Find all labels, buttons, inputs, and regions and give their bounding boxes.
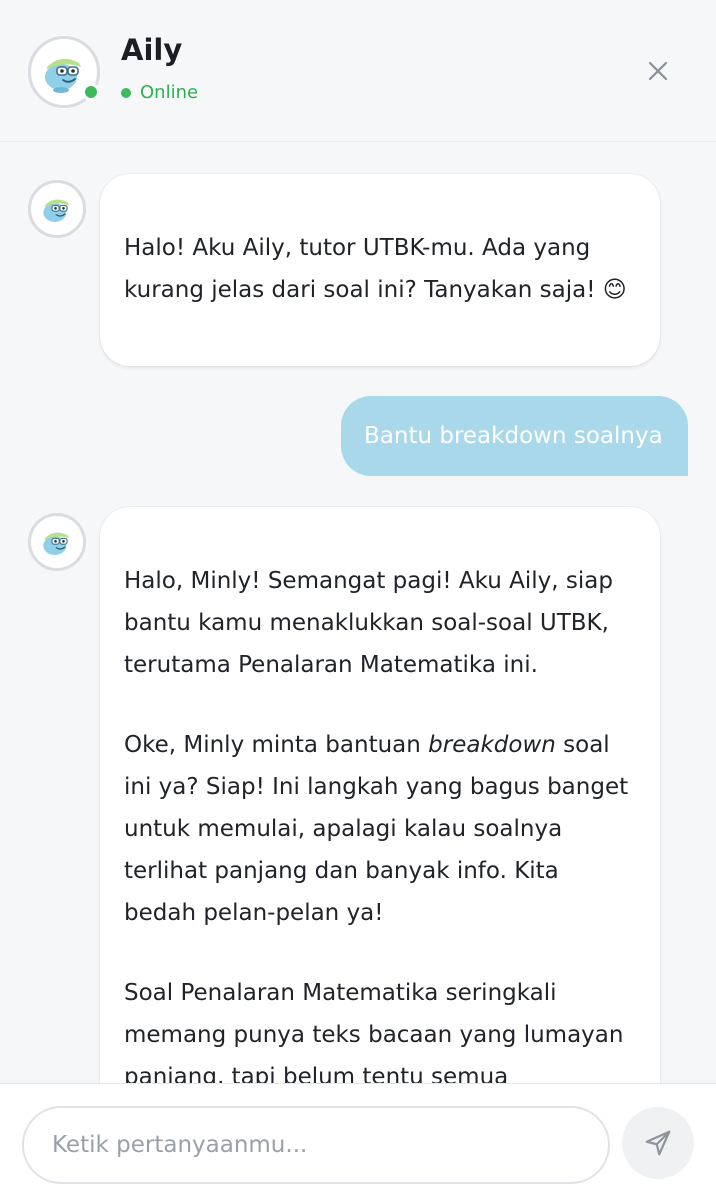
close-button[interactable] <box>641 54 675 88</box>
online-indicator <box>82 83 100 101</box>
input-bar <box>0 1083 716 1200</box>
chat-app: Aily Online Halo! Aku Aily, tutor UTBK-m… <box>0 0 716 1200</box>
message-avatar <box>28 180 86 238</box>
status-text: Online <box>140 82 199 103</box>
chat-header: Aily Online <box>0 0 716 142</box>
message-paragraph: Halo, Minly! Semangat pagi! Aku Aily, si… <box>124 568 613 678</box>
bot-name: Aily <box>121 33 183 67</box>
status-dot <box>121 87 131 98</box>
emphasis-text: breakdown <box>428 732 556 758</box>
turtle-mascot-icon <box>43 199 70 222</box>
message-text: Halo! Aku Aily, tutor UTBK-mu. Ada yang … <box>124 235 627 303</box>
message-paragraph: Soal Penalaran Matematika seringkali mem… <box>124 980 624 1083</box>
paragraph-text: soal ini ya? Siap! Ini langkah yang bagu… <box>124 732 629 926</box>
bot-message-bubble: Halo! Aku Aily, tutor UTBK-mu. Ada yang … <box>100 174 660 366</box>
send-icon <box>645 1130 671 1156</box>
bot-avatar <box>28 36 100 108</box>
close-icon <box>648 61 668 81</box>
message-text: Bantu breakdown soalnya <box>364 423 663 449</box>
paragraph-text: Oke, Minly minta bantuan <box>124 732 429 758</box>
bot-message-bubble: Halo, Minly! Semangat pagi! Aku Aily, si… <box>100 507 660 1083</box>
question-input[interactable] <box>22 1106 610 1184</box>
message-avatar <box>28 513 86 571</box>
send-button[interactable] <box>622 1107 694 1179</box>
message-paragraph: Oke, Minly minta bantuan breakdown soal … <box>124 724 636 934</box>
message-list[interactable]: Halo! Aku Aily, tutor UTBK-mu. Ada yang … <box>0 143 716 1083</box>
status-line: Online <box>121 82 198 103</box>
user-message-bubble: Bantu breakdown soalnya <box>341 396 688 476</box>
turtle-mascot-icon <box>43 532 70 555</box>
